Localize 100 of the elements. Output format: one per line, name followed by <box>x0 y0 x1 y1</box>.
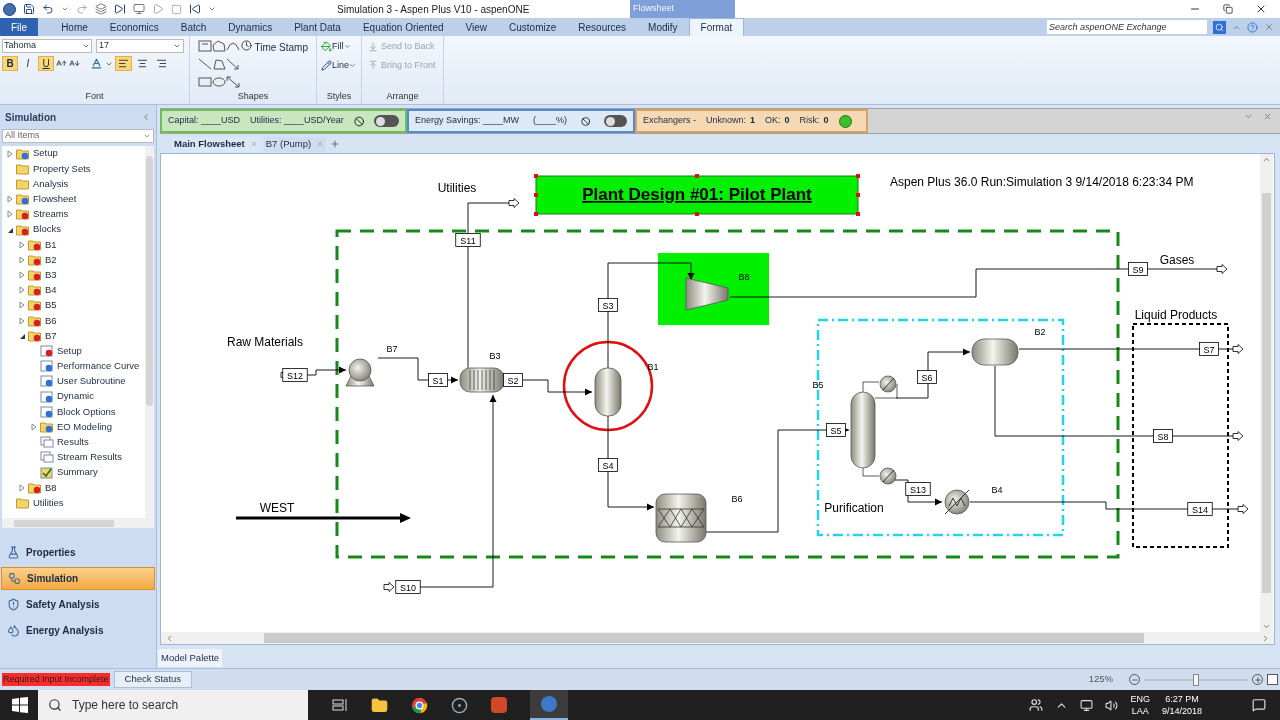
tree-item[interactable]: Utilities <box>33 495 64 511</box>
stream-tag[interactable]: S3 <box>598 298 618 312</box>
font-color-icon[interactable] <box>90 57 103 70</box>
document-tab[interactable]: B7 (Pump) <box>263 136 327 152</box>
tree-item[interactable]: B5 <box>45 298 57 313</box>
line-button[interactable]: Line <box>321 58 357 72</box>
tree-item[interactable]: B3 <box>45 267 57 283</box>
media-icon[interactable] <box>451 696 468 714</box>
file-explorer-icon[interactable] <box>371 696 388 714</box>
zoom-slider[interactable] <box>1144 673 1248 686</box>
fit-icon[interactable] <box>1267 674 1278 685</box>
tree-item[interactable]: Results <box>57 435 89 450</box>
stream-tag[interactable]: S11 <box>455 233 481 247</box>
tree-item[interactable]: B1 <box>45 237 57 252</box>
notifications-icon[interactable] <box>1252 698 1266 712</box>
warning-shield-icon[interactable] <box>7 598 20 611</box>
stream-tag[interactable]: S6 <box>917 370 937 384</box>
dropdown-icon[interactable] <box>61 5 69 13</box>
vertical-scrollbar[interactable] <box>145 146 154 518</box>
model-palette-tab[interactable]: Model Palette <box>158 649 223 667</box>
task-view-icon[interactable] <box>332 698 348 712</box>
toggle-switch[interactable] <box>374 115 399 127</box>
stream-tag[interactable]: S4 <box>598 458 618 472</box>
ellipse-icon[interactable] <box>211 76 226 88</box>
redo-icon[interactable] <box>76 3 88 15</box>
polygon-icon[interactable] <box>211 40 226 52</box>
text-style-button[interactable]: U <box>38 56 54 71</box>
tree-item[interactable]: Summary <box>57 465 98 480</box>
shrink-font-icon[interactable] <box>69 58 80 69</box>
undo-icon[interactable] <box>42 3 54 15</box>
vessel-block[interactable] <box>594 367 622 417</box>
step-icon[interactable] <box>114 3 126 15</box>
tree-item[interactable]: Performance Curve <box>57 359 140 374</box>
ribbon-tab[interactable]: File <box>0 18 39 36</box>
ribbon-tab[interactable]: Home <box>50 18 99 36</box>
tree-item[interactable]: Block Options <box>57 404 116 419</box>
scroll-left-icon[interactable] <box>165 633 174 643</box>
navigation-button[interactable]: Properties <box>1 541 155 564</box>
browser-icon[interactable] <box>411 696 428 714</box>
text-box-icon[interactable] <box>198 40 212 52</box>
fill-button[interactable]: Fill <box>321 40 357 54</box>
tree-item[interactable]: Dynamic <box>57 389 94 404</box>
panel-icon[interactable] <box>133 3 145 15</box>
double-arrow-icon[interactable] <box>225 76 240 88</box>
expand-icon[interactable] <box>1244 112 1253 121</box>
scroll-up-icon[interactable] <box>1262 155 1271 164</box>
navigation-button[interactable]: Safety Analysis <box>1 593 155 616</box>
help-icon[interactable] <box>1247 21 1258 33</box>
vertical-scrollbar[interactable] <box>1260 154 1273 632</box>
tree-item[interactable]: Setup <box>57 343 82 359</box>
ribbon-tab[interactable]: Customize <box>498 18 568 36</box>
reactor-block[interactable] <box>655 493 707 543</box>
grow-font-icon[interactable] <box>56 58 67 69</box>
line-icon[interactable] <box>198 58 212 70</box>
flask-icon[interactable] <box>7 546 20 559</box>
freeform-icon[interactable] <box>211 58 226 70</box>
customize-icon[interactable] <box>208 5 216 13</box>
network-icon[interactable] <box>1080 698 1094 712</box>
stream-tag[interactable]: S13 <box>905 482 931 496</box>
pencil-icon[interactable] <box>321 59 332 71</box>
taskbar-search-field[interactable]: Type here to search <box>38 690 308 720</box>
keyboard-layout-label[interactable]: LAA <box>1131 705 1149 717</box>
new-tab-icon[interactable] <box>330 139 341 149</box>
horizontal-scrollbar[interactable] <box>161 632 1274 644</box>
tree-item[interactable]: B4 <box>45 283 57 298</box>
font-size-dropdown[interactable]: 17 <box>96 39 184 53</box>
ribbon-tab[interactable]: View <box>454 18 499 36</box>
zoom-in-icon[interactable] <box>1252 674 1263 685</box>
stream-tag[interactable]: S8 <box>1153 429 1173 443</box>
tree-item[interactable]: Property Sets <box>33 161 91 176</box>
tree-item[interactable]: User Subroutine <box>57 374 126 389</box>
tree-item[interactable]: Setup <box>33 146 58 161</box>
stream-tag[interactable]: S7 <box>1199 342 1219 356</box>
title-background[interactable] <box>534 174 860 216</box>
reset-icon[interactable] <box>189 3 201 15</box>
ribbon-tab[interactable]: Plant Data <box>283 18 352 36</box>
filter-dropdown[interactable]: All Items <box>2 129 154 143</box>
run-icon[interactable] <box>152 3 164 15</box>
ribbon-tab[interactable]: Format <box>688 18 745 36</box>
tree-item[interactable]: B6 <box>45 313 57 328</box>
close-pane-icon[interactable] <box>1264 22 1274 32</box>
navigation-button[interactable]: Simulation <box>1 567 155 590</box>
tree-item[interactable]: Blocks <box>33 222 61 237</box>
layers-icon[interactable] <box>95 3 107 15</box>
heat-exchanger-block[interactable] <box>459 367 505 393</box>
stream-tag[interactable]: S14 <box>1187 502 1213 516</box>
status-indicator-icon[interactable] <box>838 114 852 128</box>
time-stamp-button[interactable]: Time Stamp <box>241 40 308 88</box>
tree-item[interactable]: Stream Results <box>57 450 122 465</box>
liquid-products-boundary[interactable] <box>1132 323 1229 548</box>
west-arrow[interactable] <box>236 513 411 523</box>
stream-tag[interactable]: S9 <box>1128 262 1148 276</box>
text-style-button[interactable]: I <box>20 56 36 71</box>
people-icon[interactable] <box>1029 698 1044 712</box>
save-icon[interactable] <box>23 3 35 15</box>
toggle-switch[interactable] <box>604 115 627 127</box>
tree-item[interactable]: B2 <box>45 252 57 268</box>
check-status-button[interactable]: Check Status <box>113 671 193 688</box>
scroll-right-icon[interactable] <box>1261 633 1270 643</box>
paint-bucket-icon[interactable] <box>321 41 332 53</box>
